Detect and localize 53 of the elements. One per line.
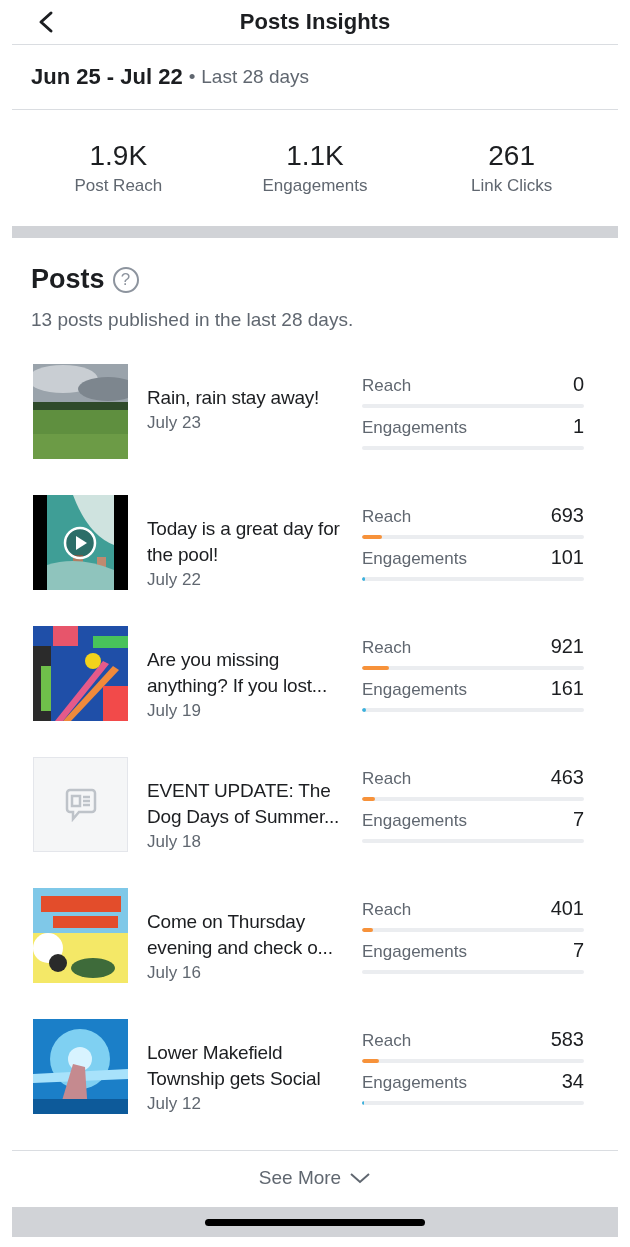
stat-label: Engagements bbox=[262, 176, 368, 196]
metric-label: Engagements bbox=[362, 549, 467, 569]
page-title: Posts Insights bbox=[239, 9, 391, 35]
metric-value: 34 bbox=[561, 1070, 584, 1093]
post-text[interactable]: Are you missing anything? If you lost... bbox=[147, 647, 358, 699]
post-date: July 18 bbox=[147, 832, 202, 852]
period-label: Last 28 days bbox=[201, 66, 310, 88]
section-subtitle: 13 posts published in the last 28 days. bbox=[30, 308, 355, 331]
metric-label: Engagements bbox=[362, 1073, 467, 1093]
post-text[interactable]: Come on Thursday evening and check o... bbox=[147, 909, 358, 961]
post-text[interactable]: Lower Makefield Township gets Social bbox=[147, 1040, 358, 1092]
metric-label: Engagements bbox=[362, 418, 467, 438]
metric-label: Engagements bbox=[362, 811, 467, 831]
home-indicator[interactable] bbox=[205, 1218, 425, 1226]
metric-value: 693 bbox=[550, 504, 584, 527]
metric-value: 7 bbox=[572, 939, 584, 962]
see-more-link[interactable]: See More bbox=[258, 1167, 342, 1189]
metric-value: 401 bbox=[550, 897, 584, 920]
post-date: July 23 bbox=[147, 413, 202, 433]
post-text[interactable]: Rain, rain stay away! bbox=[147, 385, 358, 411]
metric-label: Reach bbox=[362, 507, 412, 527]
metric-label: Reach bbox=[362, 769, 412, 789]
metric-label: Reach bbox=[362, 376, 412, 396]
metric-value: 1 bbox=[572, 415, 584, 438]
metric-label: Reach bbox=[362, 638, 412, 658]
date-range: Jun 25 - Jul 22 bbox=[31, 64, 183, 90]
play-icon[interactable] bbox=[63, 526, 97, 560]
metric-value: 0 bbox=[572, 373, 584, 396]
section-title: Posts bbox=[31, 264, 105, 295]
metric-label: Reach bbox=[362, 1031, 412, 1051]
separator-dot: • bbox=[188, 66, 196, 88]
stat-label: Link Clicks bbox=[471, 176, 553, 196]
metric-value: 583 bbox=[550, 1028, 584, 1051]
chevron-down-icon[interactable] bbox=[349, 1172, 372, 1184]
metric-value: 161 bbox=[550, 677, 584, 700]
metric-label: Reach bbox=[362, 900, 412, 920]
stat-value: 1.9K bbox=[89, 140, 148, 172]
post-text[interactable]: Today is a great day for the pool! bbox=[147, 516, 358, 568]
post-date: July 22 bbox=[147, 570, 202, 590]
speech-bubble-icon bbox=[64, 787, 97, 822]
stat-label: Post Reach bbox=[74, 176, 163, 196]
metric-value: 101 bbox=[550, 546, 584, 569]
metric-label: Engagements bbox=[362, 942, 467, 962]
post-text[interactable]: EVENT UPDATE: The Dog Days of Summer... bbox=[147, 778, 358, 830]
post-date: July 12 bbox=[147, 1094, 202, 1114]
post-date: July 19 bbox=[147, 701, 202, 721]
stat-value: 1.1K bbox=[286, 140, 344, 172]
metric-label: Engagements bbox=[362, 680, 467, 700]
metric-value: 463 bbox=[550, 766, 584, 789]
metric-value: 7 bbox=[572, 808, 584, 831]
post-date: July 16 bbox=[147, 963, 202, 983]
metric-value: 921 bbox=[550, 635, 584, 658]
stat-value: 261 bbox=[488, 140, 535, 172]
